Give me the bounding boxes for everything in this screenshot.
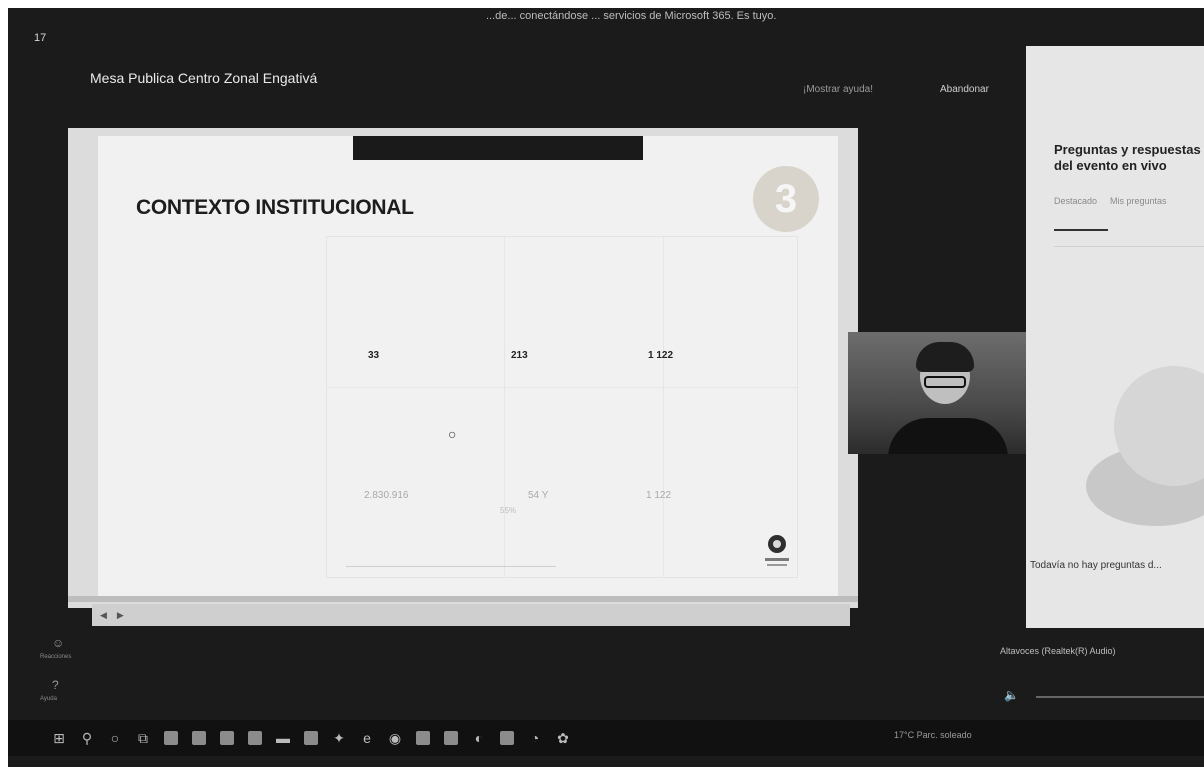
app-icon[interactable]	[188, 727, 210, 749]
windows-start-icon[interactable]: ⊞	[48, 727, 70, 749]
app-icon[interactable]	[412, 727, 434, 749]
grid-divider	[663, 237, 664, 577]
slide-progress	[68, 596, 858, 602]
notification-text: ...de... conectándose ... servicios de M…	[486, 10, 777, 22]
active-tab-indicator	[1054, 229, 1108, 231]
qa-empty-text: Todavía no hay preguntas d...	[1030, 560, 1162, 571]
speaker-body	[888, 418, 1008, 454]
stat-value: 2.830.916	[364, 490, 409, 501]
stat-value: 1 122	[646, 490, 672, 501]
app-icon[interactable]: ✦	[328, 727, 350, 749]
section-badge: 3	[753, 166, 819, 232]
slide-tabs	[353, 136, 643, 160]
tab-my-questions[interactable]: Mis preguntas	[1110, 196, 1167, 206]
help-label: Ayuda	[40, 696, 57, 702]
cortana-icon[interactable]: ○	[104, 727, 126, 749]
tab-featured[interactable]: Destacado	[1054, 196, 1097, 206]
pointer-circle-icon: ○	[448, 426, 457, 442]
stat-value: 54 Y	[528, 490, 549, 501]
audio-device-label: Altavoces (Realtek(R) Audio)	[1000, 646, 1116, 656]
teams-icon[interactable]: ✿	[552, 727, 574, 749]
speaker-hair	[916, 342, 974, 372]
stat-value: 1 122	[648, 350, 674, 361]
app-icon[interactable]	[160, 727, 182, 749]
leave-link[interactable]: Abandonar	[940, 84, 989, 95]
qa-title: Preguntas y respuestas del evento en viv…	[1054, 142, 1201, 173]
stat-value: 213	[511, 350, 528, 361]
app-icon[interactable]	[496, 727, 518, 749]
stats-grid	[326, 236, 798, 578]
event-title: Mesa Publica Centro Zonal Engativá	[90, 70, 318, 86]
slide-heading: CONTEXTO INSTITUCIONAL	[136, 196, 414, 219]
institution-logo	[765, 535, 789, 566]
chrome-icon[interactable]: ◉	[384, 727, 406, 749]
help-icon[interactable]: ?	[52, 678, 59, 692]
search-icon[interactable]: ⚲	[76, 727, 98, 749]
slide-control-bar[interactable]: ◀ ▶	[92, 604, 850, 626]
qa-panel: Preguntas y respuestas del evento en viv…	[1026, 46, 1204, 628]
app-icon[interactable]	[440, 727, 462, 749]
taskbar: ⊞ ⚲ ○ ⧉ ▬ ✦ e ◉ ◐ ◔ ✿	[8, 720, 1204, 756]
presentation-frame: CONTEXTO INSTITUCIONAL 3 33 213 1 122 2.…	[68, 128, 858, 608]
app-icon[interactable]	[216, 727, 238, 749]
grid-divider	[504, 237, 505, 577]
prev-slide-icon[interactable]: ◀	[100, 610, 107, 621]
next-slide-icon[interactable]: ▶	[117, 610, 124, 621]
screen: ...de... conectándose ... servicios de M…	[8, 8, 1204, 767]
speaker-glasses	[924, 376, 966, 388]
qa-divider	[1054, 246, 1204, 247]
app-icon[interactable]	[244, 727, 266, 749]
help-link[interactable]: ¡Mostrar ayuda!	[803, 84, 873, 95]
reactions-label: Reacciones	[40, 654, 72, 660]
store-icon[interactable]	[300, 727, 322, 749]
edge-icon[interactable]: e	[356, 727, 378, 749]
speaker-icon[interactable]: 🔈	[1004, 688, 1019, 702]
task-view-icon[interactable]: ⧉	[132, 727, 154, 749]
side-number: 17	[34, 32, 47, 44]
folder-icon[interactable]: ▬	[272, 727, 294, 749]
grid-divider	[327, 387, 797, 388]
speaker-video[interactable]	[848, 332, 1040, 454]
slide-footnote-line	[346, 566, 556, 567]
slide: CONTEXTO INSTITUCIONAL 3 33 213 1 122 2.…	[98, 136, 838, 596]
stat-value: 33	[368, 350, 380, 361]
app-icon[interactable]: ◔	[524, 727, 546, 749]
app-icon[interactable]: ◐	[468, 727, 490, 749]
volume-slider[interactable]	[1036, 696, 1204, 698]
weather-text: 17°C Parc. soleado	[894, 730, 972, 740]
reactions-icon[interactable]: ☺	[52, 636, 64, 650]
stat-note: 55%	[500, 506, 517, 515]
